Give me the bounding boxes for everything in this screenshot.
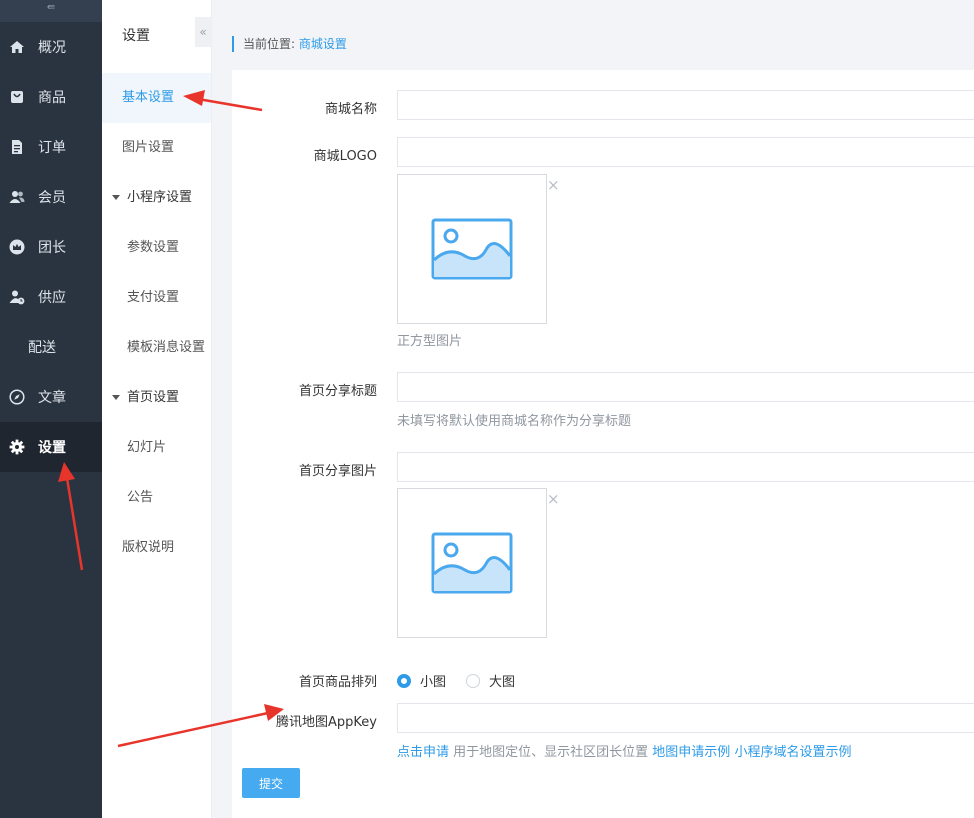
logo-remove-icon[interactable]: ×	[547, 176, 560, 194]
breadcrumb-current[interactable]: 商城设置	[299, 37, 347, 51]
nav-label: 配送	[28, 340, 56, 356]
gear-icon	[9, 439, 25, 455]
nav-item-supply[interactable]: 供应	[0, 272, 102, 322]
nav-item-delivery[interactable]: 配送	[0, 322, 102, 372]
logo-url-input[interactable]	[397, 137, 974, 167]
document-icon	[9, 139, 25, 155]
nav-label: 文章	[38, 390, 66, 406]
map-help-text: 用于地图定位、显示社区团长位置	[449, 745, 653, 760]
radio-large-image[interactable]: 大图	[466, 671, 515, 690]
subnav-title: 设置	[122, 28, 150, 44]
nav-item-leader[interactable]: 团长	[0, 222, 102, 272]
share-image-upload-box[interactable]	[397, 488, 547, 638]
subnav-group-label: 首页设置	[127, 390, 180, 405]
collapse-subnav-button[interactable]: «	[195, 17, 211, 47]
shop-name-label: 商城名称	[324, 102, 377, 117]
settings-form: 商城名称 商城LOGO × 正方型图片 首页分享标题 未填写将默认使用商城名称作…	[232, 70, 974, 818]
map-apply-example-link[interactable]: 地图申请示例	[652, 745, 730, 760]
supplier-icon	[9, 289, 25, 305]
bag-icon	[9, 89, 25, 105]
nav-item-members[interactable]: 会员	[0, 172, 102, 222]
nav-label: 订单	[38, 140, 66, 156]
settings-subnav: 设置 基本设置 图片设置 小程序设置 参数设置 支付设置 模板消息设置 首页设置…	[102, 0, 212, 818]
subnav-item-template-msg[interactable]: 模板消息设置	[102, 323, 211, 373]
nav-label: 团长	[38, 240, 66, 256]
subnav-item-notice[interactable]: 公告	[102, 473, 211, 523]
nav-item-articles[interactable]: 文章	[0, 372, 102, 422]
image-placeholder-icon	[431, 532, 513, 594]
compass-icon	[9, 389, 25, 405]
domain-setting-example-link[interactable]: 小程序域名设置示例	[734, 745, 851, 760]
breadcrumb-prefix: 当前位置:	[243, 37, 296, 51]
subnav-item-copyright[interactable]: 版权说明	[102, 523, 211, 573]
subnav-group-label: 小程序设置	[127, 190, 193, 205]
nav-item-orders[interactable]: 订单	[0, 122, 102, 172]
map-key-help: 点击申请 用于地图定位、显示社区团长位置 地图申请示例 小程序域名设置示例	[397, 741, 851, 760]
sidebar-toggle[interactable]: ⇚	[0, 0, 102, 22]
subnav-item-slides[interactable]: 幻灯片	[102, 423, 211, 473]
subnav-group-home[interactable]: 首页设置	[102, 373, 211, 423]
logo-upload-box[interactable]	[397, 174, 547, 324]
crown-icon	[9, 239, 25, 255]
nav-item-settings[interactable]: 设置	[0, 422, 102, 472]
nav-label: 商品	[38, 90, 66, 106]
radio-label: 小图	[420, 675, 447, 690]
main-sidebar: ⇚ 概况 商品 订单 会员 团长 供应 配送 文章 设置	[0, 0, 102, 818]
caret-down-icon	[112, 395, 120, 400]
nav-label: 供应	[38, 290, 66, 306]
subnav-item-basic[interactable]: 基本设置	[102, 73, 211, 123]
subnav-group-miniapp[interactable]: 小程序设置	[102, 173, 211, 223]
share-title-label: 首页分享标题	[298, 384, 377, 399]
nav-label: 设置	[38, 440, 66, 456]
map-key-input[interactable]	[397, 703, 974, 733]
nav-label: 概况	[38, 40, 66, 56]
logo-label: 商城LOGO	[313, 149, 377, 164]
image-placeholder-icon	[431, 218, 513, 280]
radio-label: 大图	[489, 675, 516, 690]
radio-small-image[interactable]: 小图	[397, 671, 446, 690]
subnav-item-payment[interactable]: 支付设置	[102, 273, 211, 323]
caret-down-icon	[112, 195, 120, 200]
map-key-label: 腾讯地图AppKey	[276, 715, 377, 730]
share-image-input[interactable]	[397, 452, 974, 482]
share-image-remove-icon[interactable]: ×	[547, 490, 560, 508]
submit-button[interactable]: 提交	[242, 768, 300, 798]
subnav-item-image[interactable]: 图片设置	[102, 123, 211, 173]
subnav-item-params[interactable]: 参数设置	[102, 223, 211, 273]
users-icon	[9, 189, 25, 205]
share-title-input[interactable]	[397, 372, 974, 402]
logo-help-text: 正方型图片	[397, 334, 463, 349]
apply-map-key-link[interactable]: 点击申请	[397, 745, 449, 760]
home-icon	[9, 39, 25, 55]
share-title-help: 未填写将默认使用商城名称作为分享标题	[397, 414, 632, 429]
radio-checked-icon	[397, 673, 411, 688]
shop-name-input[interactable]	[397, 90, 974, 120]
nav-label: 会员	[38, 190, 66, 206]
share-image-label: 首页分享图片	[298, 464, 377, 479]
radio-unchecked-icon	[466, 673, 480, 688]
sort-label: 首页商品排列	[298, 675, 377, 690]
breadcrumb: 当前位置: 商城设置	[232, 36, 347, 52]
nav-item-overview[interactable]: 概况	[0, 22, 102, 72]
nav-item-goods[interactable]: 商品	[0, 72, 102, 122]
